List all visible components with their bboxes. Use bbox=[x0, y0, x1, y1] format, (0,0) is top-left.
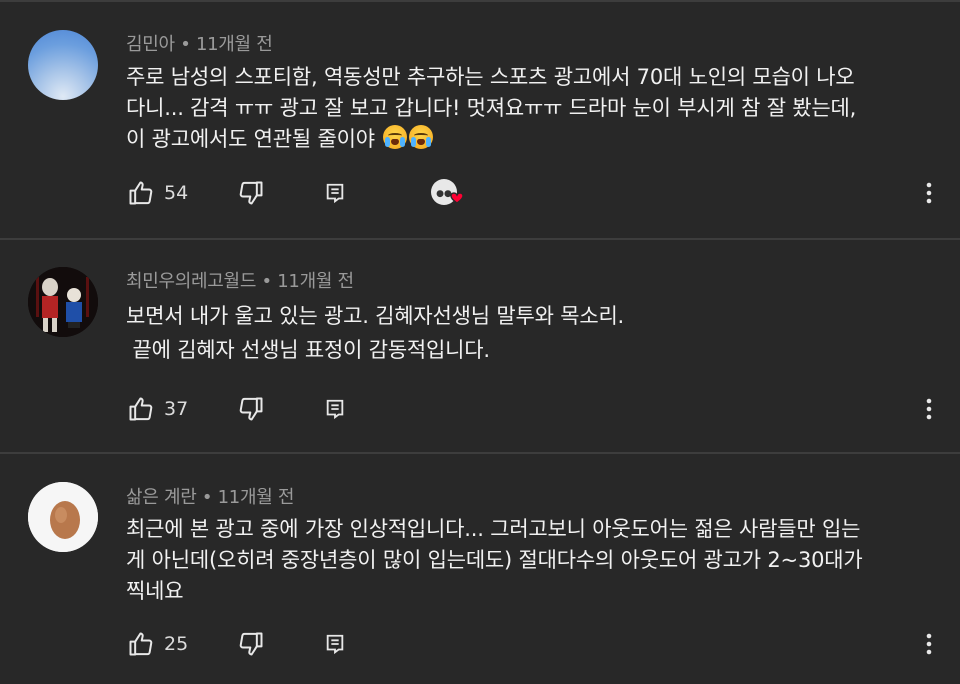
comment-line-text: 이 광고에서도 연관될 줄이야 bbox=[126, 127, 375, 151]
meta-separator: • bbox=[261, 271, 273, 292]
comment-actions: 37 bbox=[0, 392, 960, 432]
comment-line: 다니... 감격 ㅠㅠ 광고 잘 보고 갑니다! 멋져요ㅠㅠ 드라마 눈이 부시… bbox=[126, 96, 857, 120]
like-count: 25 bbox=[164, 633, 189, 655]
loudly-crying-face-icon bbox=[409, 125, 434, 149]
author-name[interactable]: 최민우의레고월드 bbox=[126, 271, 256, 292]
more-vertical-icon[interactable] bbox=[912, 176, 946, 210]
creator-heart-icon[interactable]: ●● bbox=[428, 176, 468, 210]
avatar[interactable] bbox=[28, 30, 98, 100]
comment-time[interactable]: 11개월 전 bbox=[277, 271, 354, 292]
comment-thread: 삶은 계란 • 11개월 전 최근에 본 광고 중에 가장 인상적입니다... … bbox=[0, 454, 960, 684]
avatar[interactable] bbox=[28, 482, 98, 552]
like-count: 37 bbox=[164, 398, 189, 420]
comment-thread: 김민아 • 11개월 전 주로 남성의 스포티함, 역동성만 추구하는 스포츠 … bbox=[0, 0, 960, 238]
comment-thread: 최민우의레고월드 • 11개월 전 보면서 내가 울고 있는 광고. 김혜자선생… bbox=[0, 240, 960, 452]
meta-separator: • bbox=[201, 487, 213, 508]
like-count: 54 bbox=[164, 182, 189, 204]
comment-meta: 삶은 계란 • 11개월 전 bbox=[126, 483, 294, 509]
thumbs-down-icon[interactable] bbox=[234, 176, 268, 210]
comment-time[interactable]: 11개월 전 bbox=[196, 34, 273, 55]
more-vertical-icon[interactable] bbox=[912, 627, 946, 661]
thumbs-up-icon[interactable] bbox=[124, 627, 158, 661]
comment-line: 이 광고에서도 연관될 줄이야 bbox=[126, 124, 936, 155]
author-name[interactable]: 김민아 bbox=[126, 34, 175, 55]
comment-actions: 54 ●● bbox=[0, 176, 960, 216]
svg-text:●●: ●● bbox=[436, 189, 452, 199]
more-vertical-icon[interactable] bbox=[912, 392, 946, 426]
comment-line: 찍네요 bbox=[126, 579, 184, 603]
meta-separator: • bbox=[180, 34, 191, 55]
reply-comment-icon[interactable] bbox=[318, 627, 352, 661]
thumbs-down-icon[interactable] bbox=[234, 627, 268, 661]
comment-line: 끝에 김혜자 선생님 표정이 감동적입니다. bbox=[126, 338, 490, 362]
comment-line: 게 아닌데(오히려 중장년층이 많이 입는데도) 절대다수의 아웃도어 광고가 … bbox=[126, 548, 863, 572]
comment-line: 주로 남성의 스포티함, 역동성만 추구하는 스포츠 광고에서 70대 노인의 … bbox=[126, 65, 855, 89]
avatar[interactable] bbox=[28, 267, 98, 337]
comment-line: 보면서 내가 울고 있는 광고. 김혜자선생님 말투와 목소리. bbox=[126, 304, 625, 328]
thumbs-up-icon[interactable] bbox=[124, 176, 158, 210]
comment-meta: 최민우의레고월드 • 11개월 전 bbox=[126, 267, 354, 293]
reply-comment-icon[interactable] bbox=[318, 392, 352, 426]
comment-text: 최근에 본 광고 중에 가장 인상적입니다... 그러고보니 아웃도어는 젊은 … bbox=[126, 514, 936, 607]
comment-line: 최근에 본 광고 중에 가장 인상적입니다... 그러고보니 아웃도어는 젊은 … bbox=[126, 517, 861, 541]
comment-meta: 김민아 • 11개월 전 bbox=[126, 30, 273, 56]
author-name[interactable]: 삶은 계란 bbox=[126, 487, 197, 508]
thumbs-down-icon[interactable] bbox=[234, 392, 268, 426]
reply-comment-icon[interactable] bbox=[318, 176, 352, 210]
comment-time[interactable]: 11개월 전 bbox=[218, 487, 295, 508]
thumbs-up-icon[interactable] bbox=[124, 392, 158, 426]
comment-actions: 25 bbox=[0, 627, 960, 667]
loudly-crying-face-icon bbox=[383, 125, 408, 149]
comment-text: 보면서 내가 울고 있는 광고. 김혜자선생님 말투와 목소리. 끝에 김혜자 … bbox=[126, 299, 936, 367]
comment-text: 주로 남성의 스포티함, 역동성만 추구하는 스포츠 광고에서 70대 노인의 … bbox=[126, 62, 936, 155]
